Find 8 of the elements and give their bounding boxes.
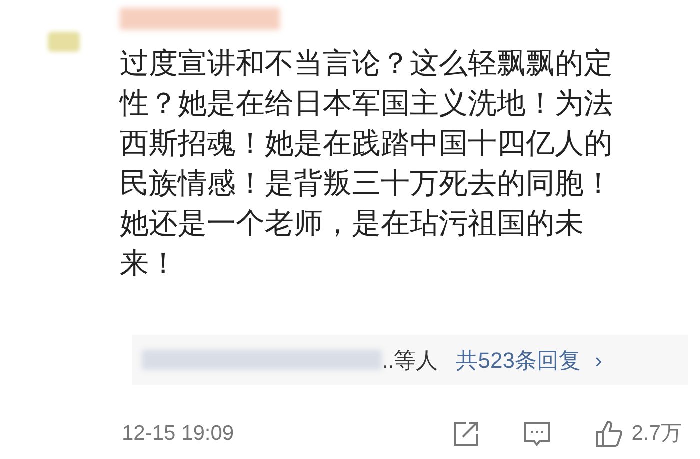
replies-link[interactable]: 共523条回复 › (456, 344, 602, 376)
thumbs-up-icon[interactable] (594, 418, 624, 449)
like-count: 2.7万 (632, 421, 682, 447)
comment-time: 12-15 19:09 (122, 421, 234, 447)
share-icon[interactable] (452, 420, 480, 448)
names-suffix: ..等人 (382, 346, 438, 374)
blurred-avatar (48, 32, 80, 52)
comment-text: 过度宣讲和不当言论？这么轻飘飘的定性？她是在给日本军国主义洗地！为法西斯招魂！她是在践踏中国十四亿人的民族情感！是背叛三十万死去的同胞！她还是一个老师，是在玷污祖国的未来！ (120, 47, 614, 282)
